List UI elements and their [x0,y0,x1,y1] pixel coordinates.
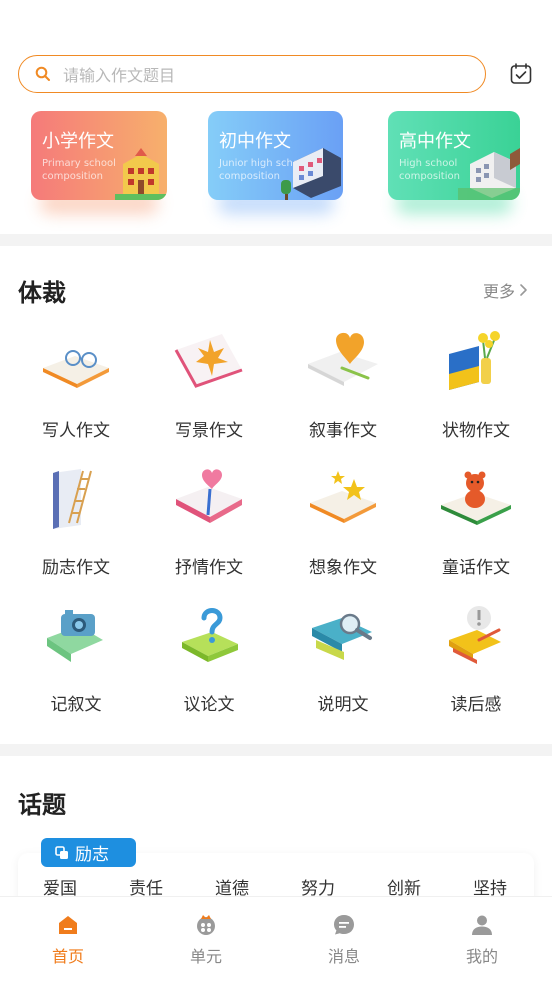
genre-item[interactable]: 想象作文 [286,467,386,587]
profile-icon [472,915,492,935]
genre-label: 记叙文 [50,695,102,715]
genre-label: 说明文 [317,695,369,715]
tab-label: 首页 [51,947,84,966]
genre-item[interactable]: 写景作文 [152,330,252,450]
genre-label: 读后感 [450,695,502,715]
tab-label: 我的 [465,947,498,966]
maple-leaf-book-icon [174,334,243,388]
genre-section-title: 体裁 [18,279,66,307]
genre-label: 抒情作文 [175,558,243,578]
school-building-icon [458,148,520,200]
grade-card-senior[interactable]: 高中作文 High school composition [388,111,520,200]
bottom-tab-bar: 首页 单元 消息 我的 [0,896,552,983]
search-input[interactable]: 请输入作文题目 [18,55,486,93]
genre-label: 想象作文 [309,558,377,578]
genre-item[interactable]: 写人作文 [19,330,119,450]
grade-card-junior[interactable]: 初中作文 Junior high school composition [208,111,343,200]
genre-label: 童话作文 [442,558,510,578]
message-icon [334,915,354,935]
exclamation-books-icon [449,606,501,664]
school-building-icon [281,148,341,200]
tab-profile[interactable]: 我的 [430,897,530,983]
chevron-right-icon [520,284,527,296]
calendar-check-icon[interactable] [509,62,533,86]
section-divider [0,744,552,756]
section-divider [0,234,552,246]
tab-label: 单元 [189,947,222,966]
genre-label: 励志作文 [42,558,110,578]
question-book-icon [182,608,238,662]
topic-badge[interactable]: 励志 [41,838,136,867]
genre-item[interactable]: 读后感 [419,604,519,724]
tab-message[interactable]: 消息 [292,897,392,983]
genre-label: 写人作文 [42,421,110,441]
genre-item[interactable]: 议论文 [152,604,252,724]
teddy-bear-book-icon [441,471,511,525]
grade-card-primary[interactable]: 小学作文 Primary school composition [31,111,167,200]
ladder-book-icon [53,469,92,529]
heart-book-icon [176,469,242,523]
school-building-icon [115,148,167,200]
magnifier-book-icon [312,613,372,660]
grade-title: 小学作文 [42,131,114,152]
tab-home[interactable]: 首页 [16,897,116,983]
heart-letter-icon [308,332,378,386]
topic-section-title: 话题 [18,791,66,819]
more-link[interactable]: 更多 [483,278,529,302]
genre-item[interactable]: 说明文 [286,604,386,724]
search-placeholder: 请输入作文题目 [63,66,176,85]
genre-item[interactable]: 抒情作文 [152,467,252,587]
camera-map-icon [47,610,103,662]
genre-label: 叙事作文 [309,421,377,441]
star-book-icon [310,471,376,523]
flowers-book-icon [449,331,500,390]
genre-item[interactable]: 童话作文 [419,467,519,587]
unit-icon [197,915,215,935]
copy-icon [55,845,68,859]
genre-label: 状物作文 [442,421,510,441]
genre-item[interactable]: 记叙文 [19,604,119,724]
home-icon [59,916,77,934]
header-area: 请输入作文题目 小学作文 Primary school composition … [0,0,552,234]
genre-item[interactable]: 叙事作文 [286,330,386,450]
topic-badge-label: 励志 [75,845,109,865]
tab-label: 消息 [327,947,360,966]
genre-item[interactable]: 励志作文 [19,467,119,587]
search-icon [35,66,50,81]
glasses-book-icon [43,350,109,388]
genre-label: 写景作文 [175,421,243,441]
genre-item[interactable]: 状物作文 [419,330,519,450]
genre-label: 议论文 [183,695,235,715]
more-label: 更多 [483,282,516,301]
tab-unit[interactable]: 单元 [154,897,254,983]
